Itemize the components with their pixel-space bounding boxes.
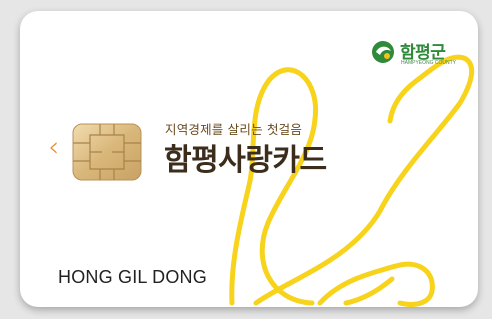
gift-card: ‹ 지역경제를 살리는 첫걸음 함평사랑카드 HONG GIL DONG 함평군… xyxy=(20,11,478,307)
card-title: 함평사랑카드 xyxy=(164,143,327,178)
issuer-logo: 함평군 HAMPYEONG COUNTY xyxy=(370,39,466,71)
chip-icon xyxy=(72,123,142,181)
cardholder-name: HONG GIL DONG xyxy=(58,267,207,287)
issuer-subtitle: HAMPYEONG COUNTY xyxy=(401,60,457,66)
county-emblem-icon xyxy=(372,41,394,63)
chevron-left-icon[interactable]: ‹ xyxy=(48,133,59,161)
